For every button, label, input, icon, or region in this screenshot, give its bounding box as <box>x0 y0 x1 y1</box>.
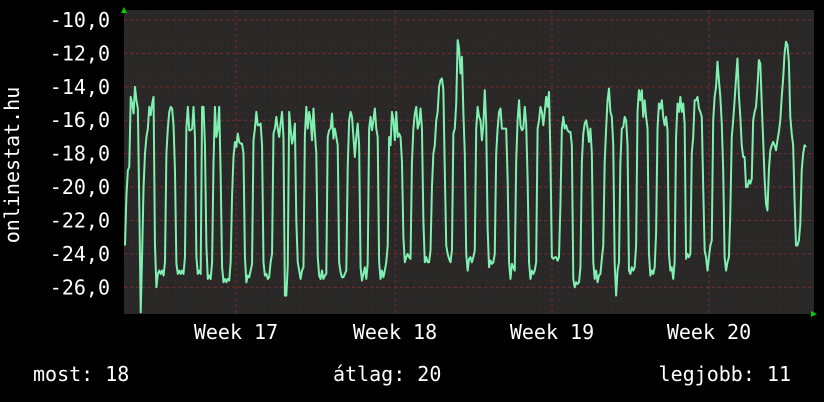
x-tick-label: Week 18 <box>353 320 437 344</box>
average-value: átlag: 20 <box>333 362 442 386</box>
y-tick-label: -12,0 <box>50 41 110 65</box>
y-tick-label: -20,0 <box>50 175 110 199</box>
y-tick-label: -22,0 <box>50 208 110 232</box>
x-tick-label: Week 19 <box>510 320 594 344</box>
x-tick-labels: Week 17 Week 18 Week 19 Week 20 <box>194 320 751 344</box>
y-axis-label: onlinestat.hu <box>0 87 24 244</box>
y-tick-label: -26,0 <box>50 275 110 299</box>
best-value: legjobb: 11 <box>658 362 791 386</box>
chart: -10,0 -12,0 -14,0 -16,0 -18,0 -20,0 -22,0 -24,0… <box>0 7 817 344</box>
x-tick-label: Week 17 <box>194 320 278 344</box>
y-tick-label: -10,0 <box>50 8 110 32</box>
y-tick-label: -18,0 <box>50 142 110 166</box>
y-tick-label: -14,0 <box>50 75 110 99</box>
y-tick-label: -24,0 <box>50 242 110 266</box>
x-tick-label: Week 20 <box>667 320 751 344</box>
y-tick-labels: -10,0 -12,0 -14,0 -16,0 -18,0 -20,0 -22,0 -24,0… <box>50 8 110 299</box>
y-tick-label: -16,0 <box>50 108 110 132</box>
current-value: most: 18 <box>33 362 130 386</box>
